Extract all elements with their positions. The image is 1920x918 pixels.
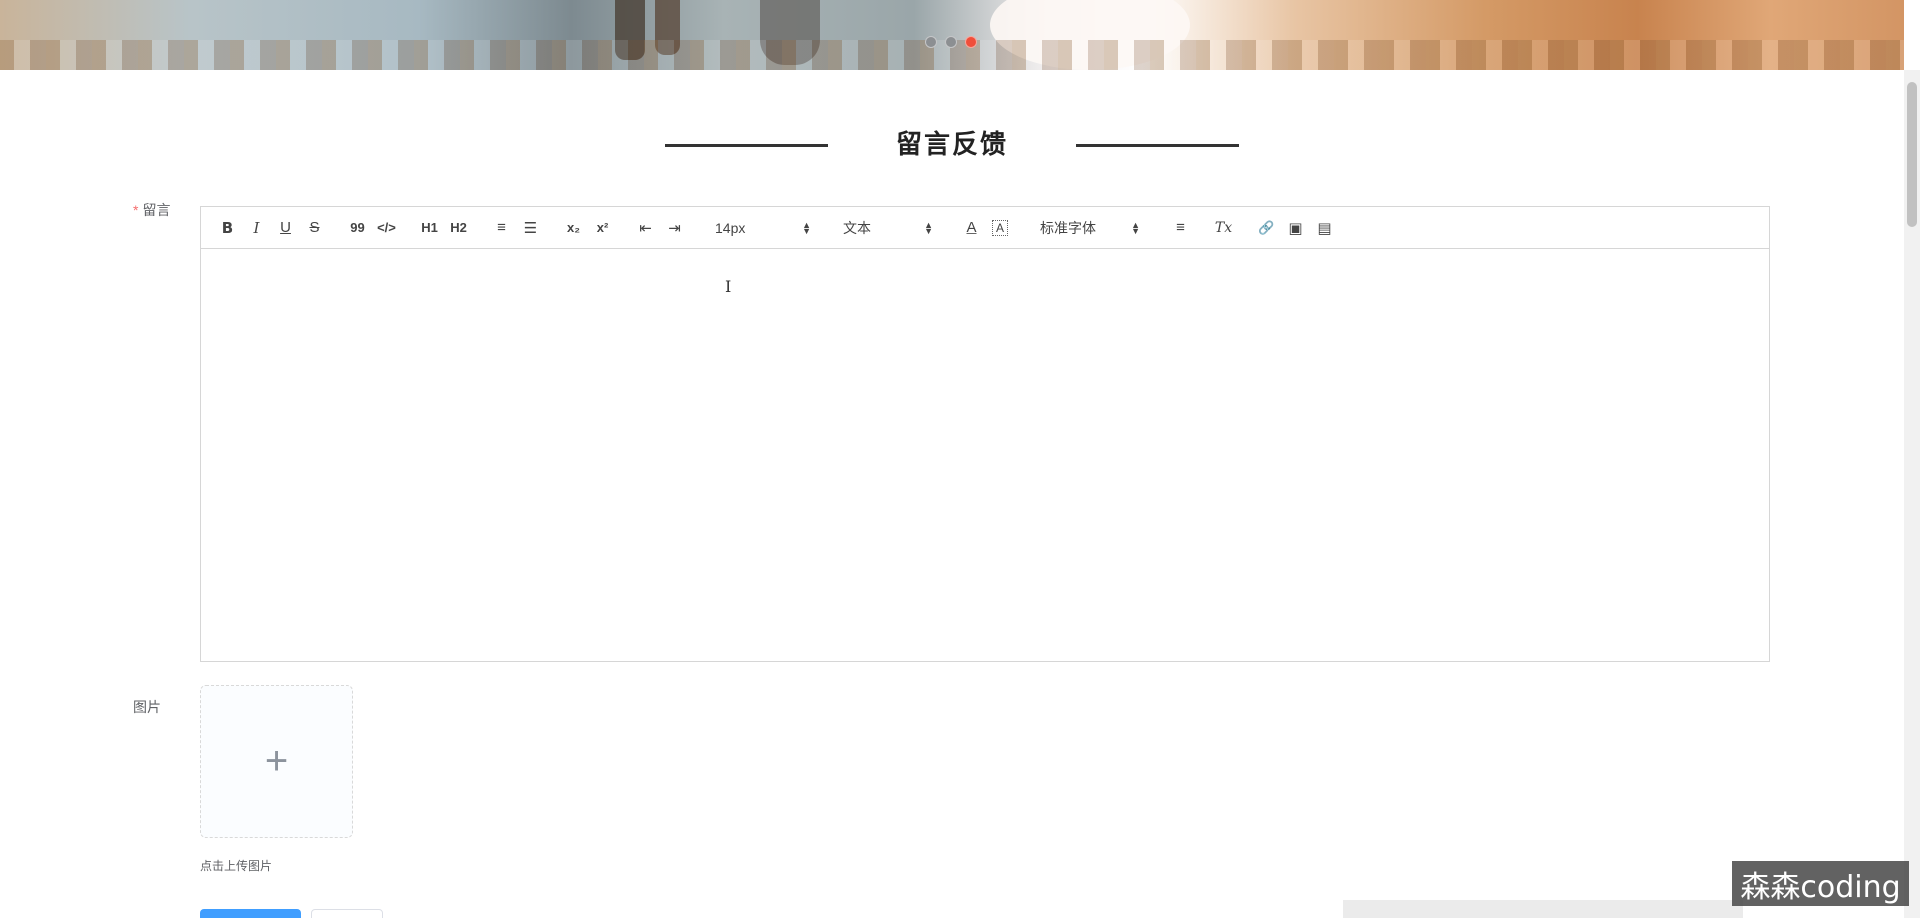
clean-format-button[interactable]: Tx — [1209, 216, 1238, 240]
video-button[interactable]: ▤ — [1310, 216, 1339, 240]
ordered-list-button[interactable]: ≡ — [487, 216, 516, 240]
font-size-value: 14px — [715, 219, 746, 236]
font-family-value: 标准字体 — [1040, 219, 1096, 236]
text-cursor-icon: I — [725, 277, 732, 296]
text-color-button[interactable]: A — [957, 216, 986, 240]
title-decor-line-left — [665, 144, 828, 147]
message-label-text: 留言 — [142, 202, 171, 218]
carousel-dot[interactable] — [945, 36, 957, 48]
carousel-banner — [0, 0, 1904, 70]
image-field-label: 图片 — [133, 699, 161, 715]
reset-button[interactable] — [311, 909, 383, 918]
font-size-select[interactable]: 14px ▲ ▼ — [715, 220, 811, 236]
title-decor-line-right — [1076, 144, 1239, 147]
required-mark: * — [133, 202, 139, 218]
page-title: 留言反馈 — [895, 129, 1008, 159]
superscript-button[interactable]: x² — [588, 216, 617, 240]
plus-icon: + — [264, 739, 289, 783]
editor-toolbar: B I U S 99 </> H1 H2 ≡ ☰ x₂ x² ⇤ ⇥ 14px … — [201, 207, 1769, 249]
font-family-select[interactable]: 标准字体 ▲ ▼ — [1040, 218, 1140, 238]
header-2-button[interactable]: H2 — [444, 216, 473, 240]
bold-button[interactable]: B — [213, 216, 242, 240]
subscript-button[interactable]: x₂ — [559, 216, 588, 240]
carousel-dot-active[interactable] — [965, 36, 977, 48]
section-header: 留言反馈 — [0, 124, 1904, 164]
image-upload-box[interactable]: + — [200, 685, 353, 838]
submit-button[interactable] — [200, 909, 301, 918]
blurred-overlay — [1343, 900, 1743, 918]
message-field-label: * 留言 — [133, 200, 170, 220]
chevron-updown-icon: ▲ ▼ — [1131, 219, 1140, 236]
carousel-dot[interactable] — [925, 36, 937, 48]
chevron-updown-icon: ▲ ▼ — [802, 219, 811, 236]
upload-tip: 点击上传图片 — [200, 859, 273, 873]
bullet-list-button[interactable]: ☰ — [516, 216, 545, 240]
outdent-button[interactable]: ⇤ — [631, 216, 660, 240]
watermark: 森森coding — [1732, 861, 1909, 906]
blockquote-button[interactable]: 99 — [343, 216, 372, 240]
indent-button[interactable]: ⇥ — [660, 216, 689, 240]
align-button[interactable]: ≡ — [1166, 216, 1195, 240]
header-1-button[interactable]: H1 — [415, 216, 444, 240]
underline-button[interactable]: U — [271, 216, 300, 240]
header-select[interactable]: 文本 ▲ ▼ — [843, 218, 933, 238]
code-block-button[interactable]: </> — [372, 216, 401, 240]
editor-content-area[interactable] — [201, 249, 1769, 661]
strike-button[interactable]: S — [300, 216, 329, 240]
chevron-updown-icon: ▲ ▼ — [924, 219, 933, 236]
header-select-value: 文本 — [843, 219, 871, 236]
carousel-indicators — [925, 36, 977, 48]
page-scrollbar[interactable] — [1904, 70, 1920, 918]
image-button[interactable]: ▣ — [1281, 216, 1310, 240]
scrollbar-thumb[interactable] — [1907, 82, 1917, 227]
link-button[interactable]: 🔗 — [1252, 216, 1281, 240]
italic-button[interactable]: I — [242, 216, 271, 240]
rich-text-editor: B I U S 99 </> H1 H2 ≡ ☰ x₂ x² ⇤ ⇥ 14px … — [200, 206, 1770, 662]
background-color-button[interactable]: A — [992, 219, 1008, 236]
